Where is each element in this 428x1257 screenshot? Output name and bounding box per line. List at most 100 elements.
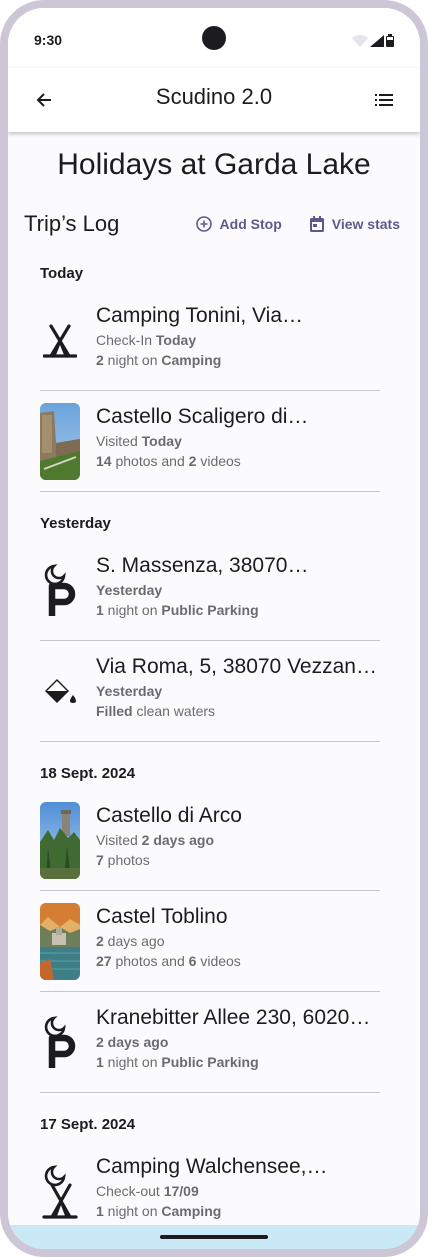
item-detail: 1 night on Public Parking [96, 602, 259, 618]
section-header: Today [40, 265, 84, 282]
status-time: 9:30 [34, 32, 63, 48]
item-detail: 2 night on Camping [96, 352, 222, 368]
item-subtitle: 2 days ago [96, 1032, 380, 1052]
emphasis-text: 1 [96, 602, 104, 618]
item-detail: 14 photos and 2 videos [96, 453, 241, 469]
item-title: Castel Toblino [96, 905, 228, 928]
signal-icon [370, 34, 384, 47]
item-texts: Camping Tonini, Via… Check-In Today 2 nigh… [96, 302, 380, 370]
emphasis-text: Yesterday [96, 683, 163, 699]
emphasis-text: 2 [96, 352, 104, 368]
item-subtitle: Check-In Today [96, 332, 197, 348]
battery-icon [386, 34, 394, 47]
section-3: 17 Sept. 2024 Camping Walchensee,… Check-o… [40, 1115, 380, 1242]
emphasis-text: Camping [161, 352, 222, 368]
item-texts: Kranebitter Allee 230, 6020… 2 days ago 1 … [96, 1004, 380, 1072]
item-title: Camping Walchensee,… [96, 1155, 328, 1178]
emphasis-text: 6 [188, 953, 197, 969]
item-title: Castello di Arco [96, 804, 242, 827]
list-item[interactable]: Kranebitter Allee 230, 6020… 2 days ago 1 … [40, 992, 380, 1093]
view-stats-button[interactable]: View stats [309, 216, 400, 232]
emphasis-text: 27 [96, 953, 112, 969]
emphasis-text: 7 [96, 852, 104, 868]
item-subtitle: Visited Today [96, 433, 182, 449]
add-circle-icon [195, 216, 212, 232]
emphasis-text: Yesterday [96, 582, 163, 598]
app-title: Scudino 2.0 [155, 84, 273, 109]
item-subtitle: Check-out 17/09 [96, 1183, 199, 1199]
item-subtitle: Yesterday [96, 580, 380, 600]
section-2: 18 Sept. 2024 Castello di Arco Visited 2 d… [40, 764, 380, 1093]
thumbnail-image [40, 802, 80, 879]
list-item[interactable]: Camping Tonini, Via… Check-In Today 2 nigh… [40, 290, 380, 391]
list-item[interactable]: Castello di Arco Visited 2 days ago 7 phot… [40, 790, 380, 891]
emphasis-text: Camping [161, 1203, 222, 1219]
item-detail: 7 photos [96, 852, 150, 868]
item-subtitle: Yesterday [96, 681, 380, 701]
item-detail: 1 night on Public Parking [96, 1054, 259, 1070]
emphasis-text: Today [141, 433, 182, 449]
screen: 9:30 Scudino 2.0 Holidays at Garda Lake … [8, 8, 420, 1249]
section-0: Today Camping Tonini, Via… Check-In Today 2… [40, 264, 380, 492]
device-frame: 9:30 Scudino 2.0 Holidays at Garda Lake … [0, 0, 428, 1257]
section-1: Yesterday S. Massenza, 38070… Yesterday 1 n… [40, 514, 380, 742]
item-title: Kranebitter Allee 230, 6020… [96, 1006, 371, 1029]
section-header: 17 Sept. 2024 [40, 1116, 136, 1133]
night-parking-icon [40, 1004, 80, 1081]
item-texts: Castello Scaligero di… Visited Today 14 ph… [96, 403, 380, 471]
list-item[interactable]: Via Roma, 5, 38070 Vezzan… Yesterday Fille… [40, 641, 380, 742]
trip-log-list: Today Camping Tonini, Via… Check-In Today 2… [40, 264, 380, 1242]
item-detail: 1 night on Camping [96, 1203, 222, 1219]
item-texts: Camping Walchensee,… Check-out 17/09 1 nig… [96, 1153, 380, 1221]
list-icon [375, 94, 393, 106]
list-view-button[interactable] [372, 88, 396, 112]
list-item[interactable]: S. Massenza, 38070… Yesterday 1 night on P… [40, 540, 380, 641]
emphasis-text: 2 days ago [96, 1034, 169, 1050]
emphasis-text: Public Parking [161, 602, 259, 618]
water-fill-icon [40, 653, 80, 730]
page-title: Holidays at Garda Lake [57, 148, 371, 181]
view-stats-label: View stats [331, 216, 400, 232]
add-stop-label: Add Stop [219, 216, 282, 232]
emphasis-text: 1 [96, 1203, 104, 1219]
system-icons [352, 34, 394, 47]
navigation-bar [8, 1225, 420, 1249]
calendar-icon [309, 216, 324, 232]
section-header: 18 Sept. 2024 [40, 765, 136, 782]
emphasis-text: 14 [96, 453, 112, 469]
emphasis-text: 1 [96, 1054, 104, 1070]
item-texts: Via Roma, 5, 38070 Vezzan… Yesterday Fille… [96, 653, 380, 721]
tent-icon [40, 302, 80, 379]
item-subtitle: Visited 2 days ago [96, 832, 215, 848]
status-bar: 9:30 [8, 8, 420, 68]
emphasis-text: Filled [96, 703, 133, 719]
emphasis-text: 17/09 [163, 1183, 199, 1199]
item-title: Via Roma, 5, 38070 Vezzan… [96, 655, 377, 678]
item-texts: Castel Toblino 2 days ago 27 photos and 6 … [96, 903, 380, 971]
item-texts: S. Massenza, 38070… Yesterday 1 night on P… [96, 552, 380, 620]
front-camera [202, 26, 226, 50]
thumbnail-image [40, 403, 80, 480]
home-gesture-handle[interactable] [160, 1235, 268, 1239]
emphasis-text: 2 days ago [141, 832, 215, 848]
wifi-icon [352, 34, 368, 47]
emphasis-text: 2 [96, 933, 104, 949]
trip-log-header: Trip’s Log Add Stop View stats [24, 208, 400, 240]
trip-log-title: Trip’s Log [24, 211, 120, 236]
list-item[interactable]: Castel Toblino 2 days ago 27 photos and 6 … [40, 891, 380, 992]
item-title: Camping Tonini, Via… [96, 304, 304, 327]
list-item[interactable]: Castello Scaligero di… Visited Today 14 ph… [40, 391, 380, 492]
item-subtitle: 2 days ago [96, 933, 165, 949]
add-stop-button[interactable]: Add Stop [195, 216, 282, 232]
emphasis-text: Public Parking [161, 1054, 259, 1070]
thumbnail-image [40, 903, 80, 980]
top-app-bar: Scudino 2.0 [8, 68, 420, 132]
item-title: S. Massenza, 38070… [96, 554, 309, 577]
item-title: Castello Scaligero di… [96, 405, 309, 428]
night-parking-icon [40, 552, 80, 629]
emphasis-text: 2 [188, 453, 197, 469]
item-texts: Castello di Arco Visited 2 days ago 7 phot… [96, 802, 380, 870]
section-header: Yesterday [40, 515, 111, 532]
night-camping-icon [40, 1153, 80, 1230]
item-detail: 27 photos and 6 videos [96, 953, 241, 969]
